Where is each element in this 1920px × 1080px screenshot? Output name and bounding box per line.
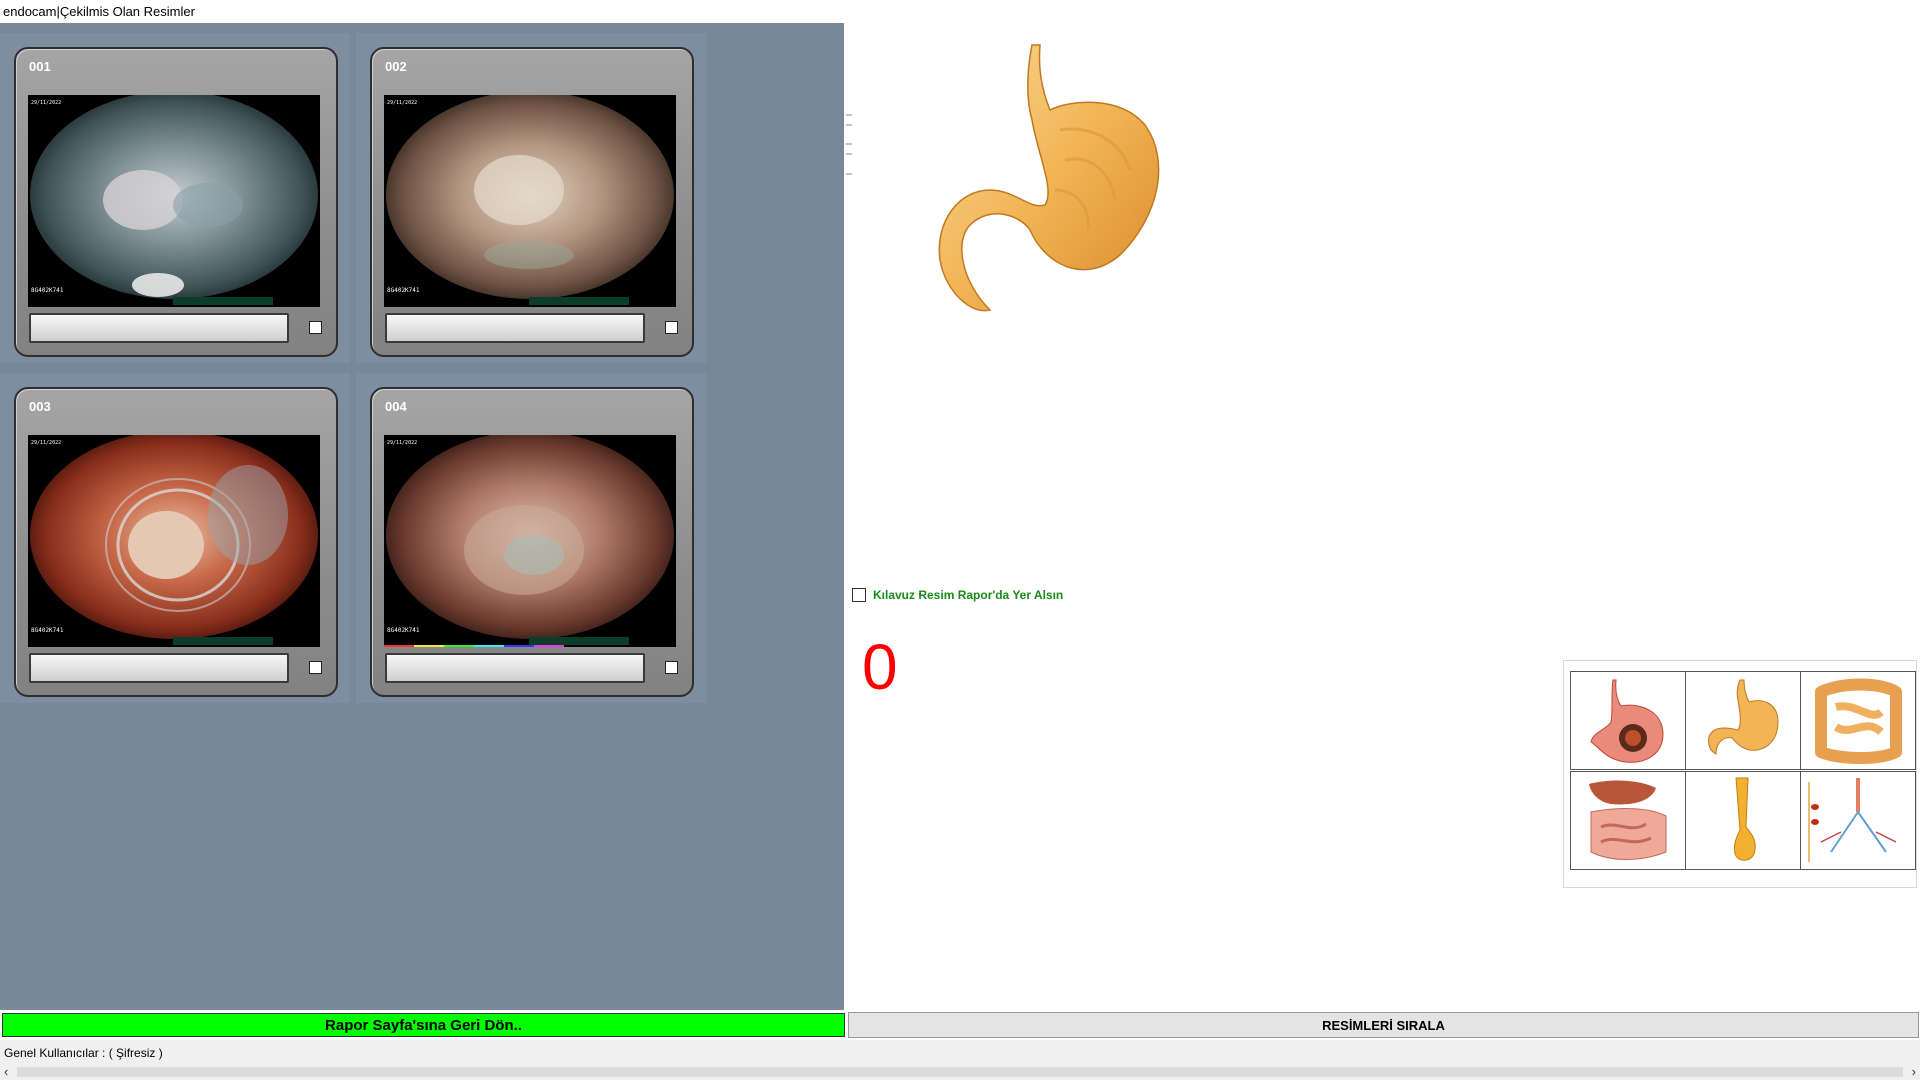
endoscopy-image[interactable]: 29/11/2022 8G402K741 <box>384 435 676 647</box>
svg-text:8G402K741: 8G402K741 <box>31 627 64 634</box>
endoscopy-image[interactable]: 29/11/2022 8G402K741 <box>28 95 320 307</box>
guide-tick-marks <box>846 114 852 175</box>
organ-thumb-stomach-cross-section[interactable] <box>1570 671 1686 770</box>
endoscopy-image[interactable]: 29/11/2022 8G402K741 <box>28 435 320 647</box>
back-to-report-button[interactable]: Rapor Sayfa'sına Geri Dön.. <box>2 1013 845 1037</box>
svg-text:29/11/2022: 29/11/2022 <box>387 440 417 446</box>
image-comment-field[interactable] <box>29 653 289 683</box>
image-card-cell: 002 29/11/2022 8G402K741 <box>356 33 706 363</box>
image-card-number: 004 <box>385 399 407 414</box>
image-comment-field[interactable] <box>385 653 645 683</box>
svg-text:8G402K741: 8G402K741 <box>31 287 64 294</box>
status-text: Genel Kullanıcılar : ( Şifresiz ) <box>4 1046 163 1060</box>
image-card[interactable]: 001 29/11/2022 8G402K741 <box>14 47 338 357</box>
guide-image-label: Kılavuz Resim Rapor'da Yer Alsın <box>873 588 1064 602</box>
guide-image-checkbox[interactable] <box>852 588 866 602</box>
image-card-number: 002 <box>385 59 407 74</box>
image-card-cell: 003 29/11/2022 8G402K741 <box>0 373 350 703</box>
window-title: endocam|Çekilmis Olan Resimler <box>3 4 195 19</box>
image-card-cell: 001 29/11/2022 8G402K741 <box>0 33 350 363</box>
svg-text:29/11/2022: 29/11/2022 <box>31 440 61 446</box>
svg-text:8G402K741: 8G402K741 <box>387 627 420 634</box>
captured-images-panel: 001 29/11/2022 8G402K741 002 29/11/2022 … <box>0 23 844 1010</box>
image-select-checkbox[interactable] <box>665 321 678 334</box>
sort-images-button[interactable]: RESİMLERİ SIRALA <box>848 1012 1919 1038</box>
svg-text:8G402K741: 8G402K741 <box>387 287 420 294</box>
image-counter: 0 <box>862 631 898 703</box>
stomach-guide-image[interactable] <box>920 40 1180 340</box>
scroll-left-icon[interactable]: ‹ <box>4 1064 8 1079</box>
organ-thumb-esophagus[interactable] <box>1685 771 1801 870</box>
image-card-number: 003 <box>29 399 51 414</box>
image-select-checkbox[interactable] <box>665 661 678 674</box>
image-card-cell: 004 29/11/2022 8G402K741 <box>356 373 706 703</box>
status-bar: Genel Kullanıcılar : ( Şifresiz ) <box>0 1040 1920 1064</box>
image-comment-field[interactable] <box>385 313 645 343</box>
image-card-number: 001 <box>29 59 51 74</box>
image-select-checkbox[interactable] <box>309 661 322 674</box>
organ-thumb-digestive-system[interactable] <box>1570 771 1686 870</box>
image-card[interactable]: 002 29/11/2022 8G402K741 <box>370 47 694 357</box>
svg-text:29/11/2022: 29/11/2022 <box>31 100 61 106</box>
image-select-checkbox[interactable] <box>309 321 322 334</box>
horizontal-scrollbar[interactable]: ‹ › <box>0 1064 1920 1080</box>
endoscopy-image[interactable]: 29/11/2022 8G402K741 <box>384 95 676 307</box>
svg-text:29/11/2022: 29/11/2022 <box>387 100 417 106</box>
organ-thumbnail-grid <box>1563 660 1917 888</box>
scroll-right-icon[interactable]: › <box>1912 1064 1916 1079</box>
scrollbar-track[interactable] <box>17 1067 1903 1077</box>
window-title-bar: endocam|Çekilmis Olan Resimler <box>0 0 1920 23</box>
image-card[interactable]: 003 29/11/2022 8G402K741 <box>14 387 338 697</box>
guide-image-option[interactable]: Kılavuz Resim Rapor'da Yer Alsın <box>852 587 1063 603</box>
organ-thumb-bronchial-tree[interactable] <box>1800 771 1916 870</box>
image-comment-field[interactable] <box>29 313 289 343</box>
organ-thumb-colon[interactable] <box>1800 671 1916 770</box>
organ-thumb-stomach[interactable] <box>1685 671 1801 770</box>
image-card[interactable]: 004 29/11/2022 8G402K741 <box>370 387 694 697</box>
